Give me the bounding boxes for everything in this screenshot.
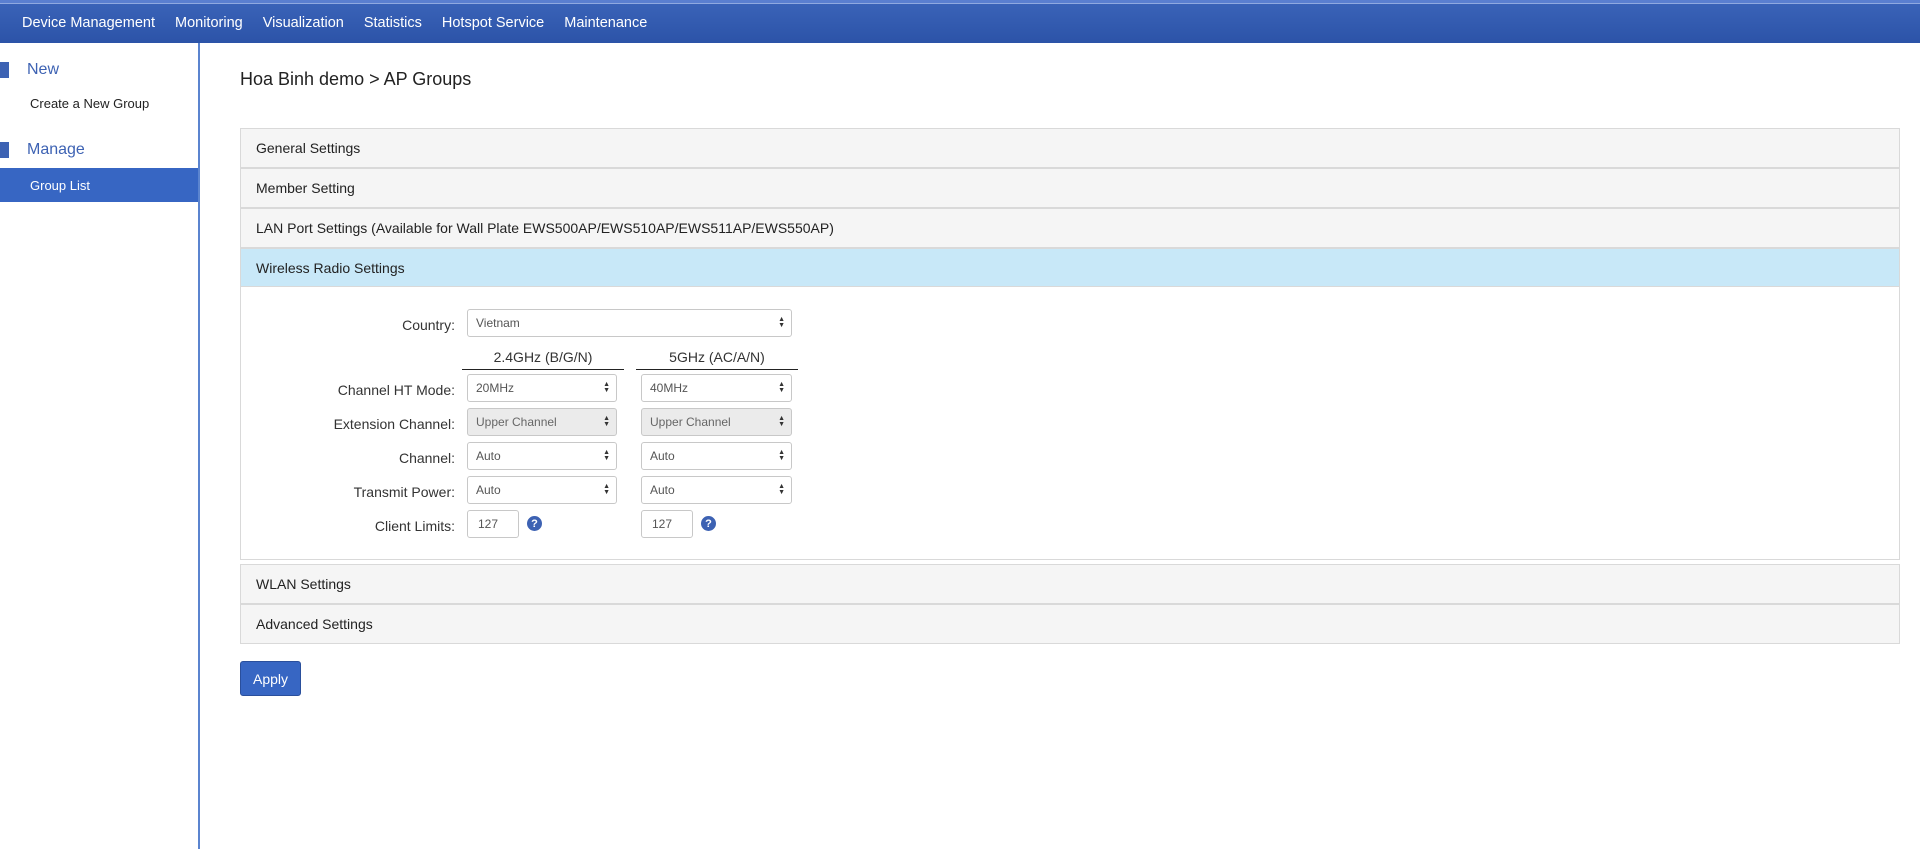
select-arrows-icon: ▲ ▼	[778, 381, 785, 394]
country-select[interactable]: Vietnam ▲ ▼	[467, 309, 792, 337]
transmit-power-5-value: Auto	[650, 483, 675, 497]
select-arrows-icon: ▲ ▼	[603, 381, 610, 394]
section-marker-icon	[0, 142, 9, 158]
help-icon[interactable]: ?	[701, 516, 716, 531]
main-nav: Device Management Monitoring Visualizati…	[12, 3, 657, 43]
panel-header-member-setting[interactable]: Member Setting	[241, 169, 1899, 207]
transmit-power-label: Transmit Power:	[353, 484, 455, 500]
country-label: Country:	[402, 317, 455, 333]
select-arrows-icon: ▲ ▼	[778, 415, 785, 428]
client-limits-label: Client Limits:	[374, 518, 455, 534]
sidebar-item-create-group[interactable]: Create a New Group	[0, 86, 198, 120]
sidebar-section-title: Manage	[27, 141, 85, 158]
select-arrows-icon: ▲ ▼	[778, 483, 785, 496]
select-arrows-icon: ▲ ▼	[778, 316, 785, 329]
nav-hotspot-service[interactable]: Hotspot Service	[432, 15, 554, 31]
top-navigation-bar: Device Management Monitoring Visualizati…	[0, 0, 1920, 43]
ht-mode-24-select[interactable]: 20MHz ▲ ▼	[467, 374, 617, 402]
column-header-5ghz: 5GHz (AC/A/N)	[636, 349, 798, 370]
nav-device-management[interactable]: Device Management	[12, 15, 165, 31]
transmit-power-24-select[interactable]: Auto ▲ ▼	[467, 476, 617, 504]
help-icon[interactable]: ?	[527, 516, 542, 531]
client-limits-24-input[interactable]: 127	[467, 510, 519, 538]
channel-24-value: Auto	[476, 449, 501, 463]
panel-header-advanced-settings[interactable]: Advanced Settings	[241, 605, 1899, 643]
select-arrows-icon: ▲ ▼	[603, 415, 610, 428]
page-title: Hoa Binh demo > AP Groups	[240, 69, 472, 89]
ht-mode-label: Channel HT Mode:	[337, 382, 455, 398]
sidebar-section-new: New	[0, 59, 59, 81]
extension-channel-label: Extension Channel:	[333, 416, 455, 432]
country-select-value: Vietnam	[476, 316, 520, 330]
select-arrows-icon: ▲ ▼	[603, 483, 610, 496]
panel-advanced-settings: Advanced Settings	[240, 604, 1900, 644]
sidebar-section-manage: Manage	[0, 139, 85, 161]
panel-general-settings: General Settings	[240, 128, 1900, 168]
apply-button[interactable]: Apply	[240, 661, 301, 696]
section-marker-icon	[0, 62, 9, 78]
extension-channel-24-value: Upper Channel	[476, 415, 557, 429]
transmit-power-5-select[interactable]: Auto ▲ ▼	[641, 476, 792, 504]
channel-5-select[interactable]: Auto ▲ ▼	[641, 442, 792, 470]
sidebar: New Create a New Group Manage Group List	[0, 43, 200, 849]
panel-header-lan-port-settings[interactable]: LAN Port Settings (Available for Wall Pl…	[241, 209, 1899, 247]
select-arrows-icon: ▲ ▼	[603, 449, 610, 462]
client-limits-5-input[interactable]: 127	[641, 510, 693, 538]
extension-channel-5-select: Upper Channel ▲ ▼	[641, 408, 792, 436]
ht-mode-5-select[interactable]: 40MHz ▲ ▼	[641, 374, 792, 402]
panel-header-wlan-settings[interactable]: WLAN Settings	[241, 565, 1899, 603]
panel-member-setting: Member Setting	[240, 168, 1900, 208]
panel-lan-port-settings: LAN Port Settings (Available for Wall Pl…	[240, 208, 1900, 248]
transmit-power-24-value: Auto	[476, 483, 501, 497]
nav-visualization[interactable]: Visualization	[253, 15, 354, 31]
panel-wlan-settings: WLAN Settings	[240, 564, 1900, 604]
sidebar-section-title: New	[27, 61, 60, 78]
column-header-24ghz: 2.4GHz (B/G/N)	[462, 349, 624, 370]
nav-statistics[interactable]: Statistics	[354, 15, 432, 31]
panel-header-general-settings[interactable]: General Settings	[241, 129, 1899, 167]
select-arrows-icon: ▲ ▼	[778, 449, 785, 462]
nav-monitoring[interactable]: Monitoring	[165, 15, 253, 31]
channel-24-select[interactable]: Auto ▲ ▼	[467, 442, 617, 470]
extension-channel-5-value: Upper Channel	[650, 415, 731, 429]
wireless-form: Country: Vietnam ▲ ▼ 2.4GHz (B/G/N) 5GHz …	[241, 287, 1899, 559]
panel-header-wireless-radio-settings[interactable]: Wireless Radio Settings	[241, 249, 1899, 287]
ht-mode-5-value: 40MHz	[650, 381, 689, 395]
nav-maintenance[interactable]: Maintenance	[554, 15, 657, 31]
extension-channel-24-select: Upper Channel ▲ ▼	[467, 408, 617, 436]
panel-wireless-radio-settings: Wireless Radio Settings Country: Vietnam…	[240, 248, 1900, 560]
ht-mode-24-value: 20MHz	[476, 381, 515, 395]
channel-label: Channel:	[398, 450, 455, 466]
channel-5-value: Auto	[650, 449, 675, 463]
sidebar-item-group-list[interactable]: Group List	[0, 168, 198, 202]
